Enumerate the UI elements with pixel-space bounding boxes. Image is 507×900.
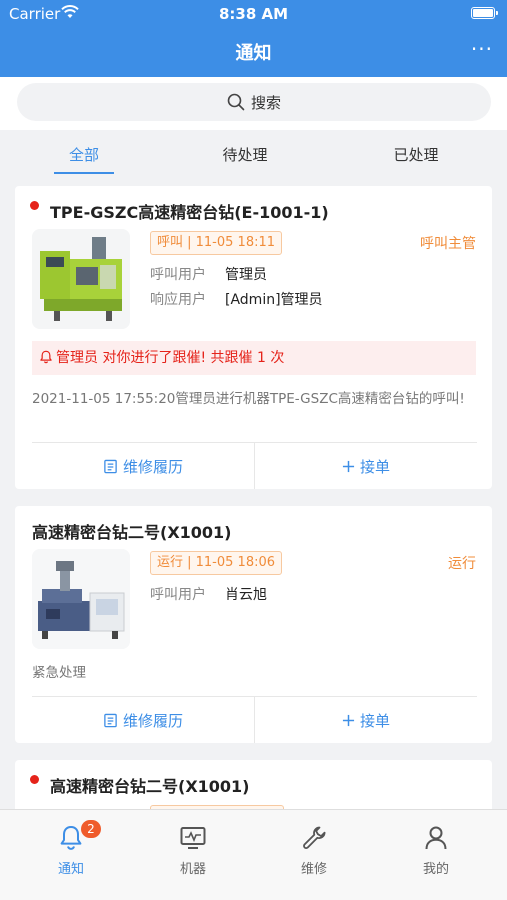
search-section: 搜索 [0, 77, 507, 130]
field-key: 响应用户 [150, 292, 206, 308]
machine-image [32, 549, 130, 649]
user-icon [425, 826, 447, 850]
status-bar: Carrier 8:38 AM [0, 0, 507, 28]
card-actions: 维修履历 接单 [32, 442, 477, 489]
bell-icon [40, 350, 52, 364]
machine-image [32, 229, 130, 329]
wrench-icon [303, 826, 326, 849]
search-label: 搜索 [250, 93, 281, 112]
card-actions: 维修履历 接单 [32, 696, 477, 743]
caller-row: 呼叫用户 管理员 [150, 264, 267, 284]
call-status: 呼叫主管 [420, 236, 476, 252]
card-description: 紧急处理 [32, 665, 86, 681]
tab-label: 通知 [57, 862, 84, 877]
tab-machines[interactable]: 机器 [153, 824, 233, 877]
repair-history-button[interactable]: 维修履历 [32, 443, 254, 489]
ellipsis-icon[interactable]: ··· [471, 37, 493, 61]
card-title: 高速精密台钻二号(X1001) [32, 523, 232, 542]
plus-icon [342, 460, 355, 472]
caller-row: 呼叫用户 肖云旭 [150, 584, 267, 604]
run-status: 运行 [448, 556, 476, 572]
responder-row: 响应用户 [Admin]管理员 [150, 289, 323, 309]
field-key: 呼叫用户 [150, 267, 206, 283]
status-badge: 呼叫 | 11-05 18:11 [150, 231, 283, 255]
monitor-icon [180, 827, 206, 849]
card-description: 2021-11-05 17:55:20管理员进行机器TPE-GSZC高速精密台钻… [32, 391, 465, 407]
notification-card[interactable]: 高速精密台钻二号(X1001) 运行 | 11-05 18:06 运行 呼叫用户… [15, 506, 492, 743]
tab-repair[interactable]: 维修 [274, 824, 354, 877]
field-value: [Admin]管理员 [225, 292, 323, 308]
status-badge: 运行 | 11-05 18:06 [150, 551, 283, 575]
search-icon [227, 93, 245, 111]
repair-history-label: 维修履历 [122, 711, 183, 730]
card-title: 高速精密台钻二号(X1001) [50, 777, 250, 796]
clock: 8:38 AM [218, 5, 289, 23]
alert-text: 管理员 对你进行了跟催! 共跟催 1 次 [56, 350, 285, 366]
plus-icon [342, 714, 355, 726]
tab-pending[interactable]: 待处理 [210, 144, 280, 165]
unread-dot [30, 201, 39, 210]
battery-icon [471, 7, 498, 19]
tab-label: 我的 [422, 862, 449, 877]
accept-order-label: 接单 [359, 711, 390, 730]
tab-label: 维修 [300, 862, 327, 877]
notification-count-badge: 2 [81, 820, 101, 838]
tab-label: 机器 [179, 862, 206, 877]
unread-dot [30, 775, 39, 784]
tab-all[interactable]: 全部 [54, 144, 114, 165]
document-icon [104, 459, 117, 473]
accept-order-button[interactable]: 接单 [255, 697, 477, 743]
field-value: 管理员 [225, 267, 267, 283]
accept-order-button[interactable]: 接单 [255, 443, 477, 489]
tab-processed[interactable]: 已处理 [381, 144, 451, 165]
field-value: 肖云旭 [225, 587, 267, 603]
tab-active-indicator [54, 172, 114, 174]
top-bar: Carrier 8:38 AM 通知 ··· [0, 0, 507, 77]
search-input[interactable]: 搜索 [17, 83, 491, 121]
repair-history-button[interactable]: 维修履历 [32, 697, 254, 743]
accept-order-label: 接单 [359, 457, 390, 476]
bottom-tab-bar: 2 通知 机器 维修 我的 [0, 809, 507, 900]
notification-card[interactable]: TPE-GSZC高速精密台钻(E-1001-1) 呼叫 | 11-05 18:1… [15, 186, 492, 489]
tab-notifications[interactable]: 2 通知 [31, 820, 111, 877]
filter-tabs: 全部 待处理 已处理 [0, 130, 507, 178]
card-title: TPE-GSZC高速精密台钻(E-1001-1) [50, 203, 329, 222]
repair-history-label: 维修履历 [122, 457, 183, 476]
page-title: 通知 [235, 43, 272, 64]
document-icon [104, 713, 117, 727]
field-key: 呼叫用户 [150, 587, 206, 603]
tab-profile[interactable]: 我的 [396, 824, 476, 877]
follow-up-alert: 管理员 对你进行了跟催! 共跟催 1 次 [32, 341, 476, 375]
